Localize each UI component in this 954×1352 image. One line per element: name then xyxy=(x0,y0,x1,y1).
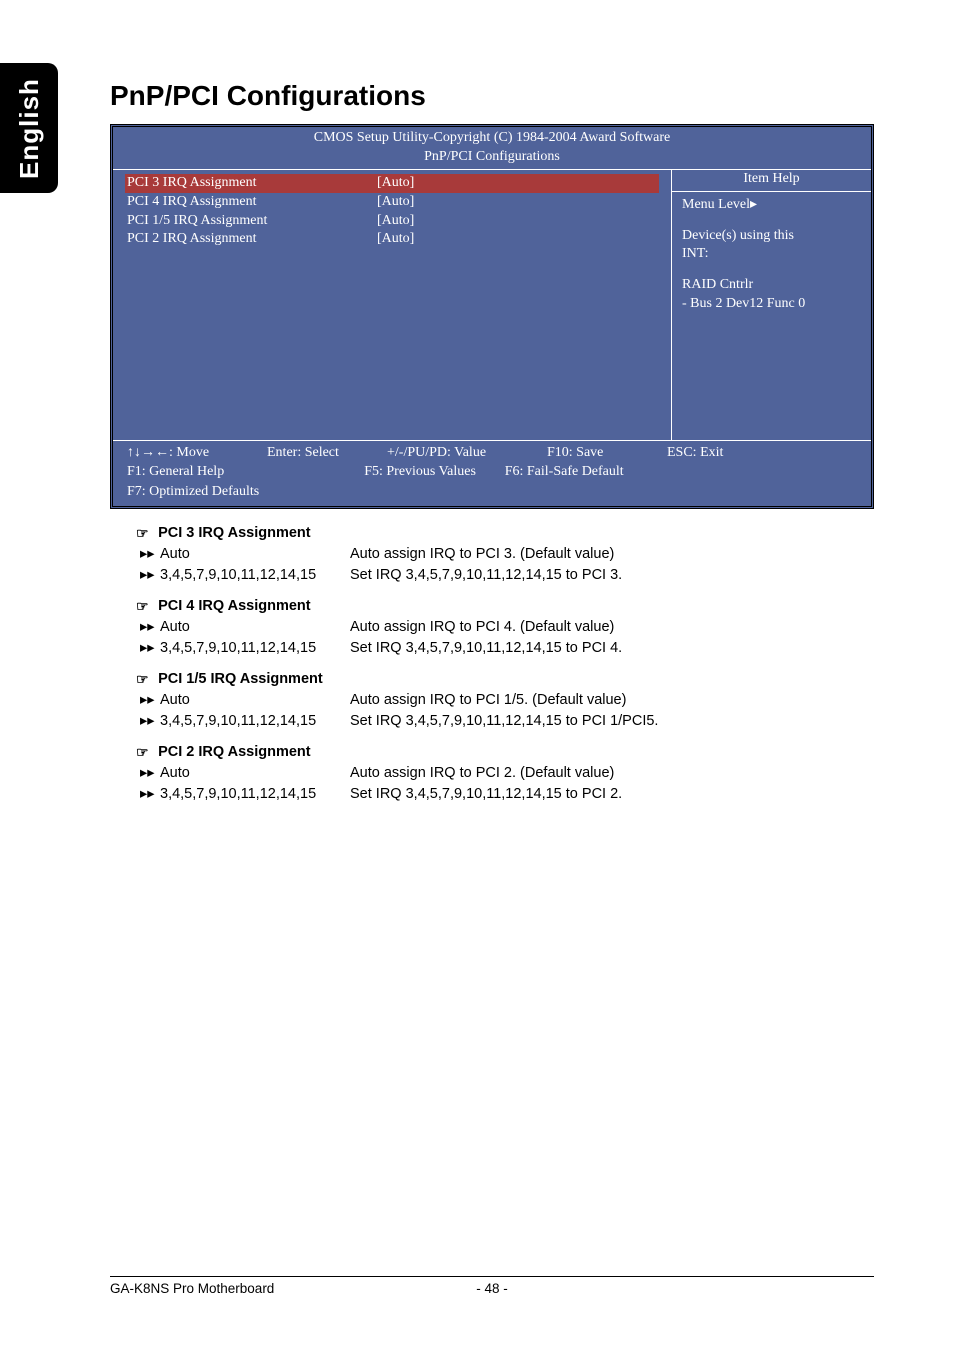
bios-key-f6: F6: Fail-Safe Default xyxy=(484,462,644,482)
bios-footer: ↑↓→←: Move Enter: Select +/-/PU/PD: Valu… xyxy=(113,440,871,506)
bios-row[interactable]: PCI 4 IRQ Assignment [Auto] xyxy=(127,193,657,212)
option-title: ☞ PCI 4 IRQ Assignment xyxy=(110,596,890,617)
bios-key-spacer xyxy=(224,462,364,482)
option-key: 3,4,5,7,9,10,11,12,14,15 xyxy=(160,638,350,659)
option-key: Auto xyxy=(160,617,350,638)
bios-row-label: PCI 3 IRQ Assignment xyxy=(127,174,377,193)
option-section: ☞ PCI 3 IRQ Assignment ▸▸ Auto Auto assi… xyxy=(110,523,890,586)
page-title: PnP/PCI Configurations xyxy=(110,80,890,112)
bios-row-value: [Auto] xyxy=(377,230,414,249)
option-item: ▸▸ Auto Auto assign IRQ to PCI 4. (Defau… xyxy=(110,617,890,638)
option-key: 3,4,5,7,9,10,11,12,14,15 xyxy=(160,784,350,805)
bios-help-panel: Item Help Menu Level▸ Device(s) using th… xyxy=(671,170,871,440)
option-item: ▸▸ 3,4,5,7,9,10,11,12,14,15 Set IRQ 3,4,… xyxy=(110,784,890,805)
bios-row[interactable]: PCI 2 IRQ Assignment [Auto] xyxy=(127,230,657,249)
bios-key-f10: F10: Save xyxy=(547,443,667,463)
arrow-icon: ▸▸ xyxy=(140,638,160,659)
option-title: ☞ PCI 2 IRQ Assignment xyxy=(110,742,890,763)
option-desc: Set IRQ 3,4,5,7,9,10,11,12,14,15 to PCI … xyxy=(350,638,890,659)
bios-header: CMOS Setup Utility-Copyright (C) 1984-20… xyxy=(113,127,871,169)
option-title: ☞ PCI 3 IRQ Assignment xyxy=(110,523,890,544)
bios-key-f7: F7: Optimized Defaults xyxy=(127,482,259,502)
arrow-icon: ▸▸ xyxy=(140,565,160,586)
option-desc: Auto assign IRQ to PCI 2. (Default value… xyxy=(350,763,890,784)
option-desc: Set IRQ 3,4,5,7,9,10,11,12,14,15 to PCI … xyxy=(350,784,890,805)
bios-header-line2: PnP/PCI Configurations xyxy=(113,148,871,167)
option-title-text: PCI 2 IRQ Assignment xyxy=(158,744,311,760)
arrow-icon: ▸▸ xyxy=(140,784,160,805)
option-desc: Set IRQ 3,4,5,7,9,10,11,12,14,15 to PCI … xyxy=(350,565,890,586)
hand-icon: ☞ xyxy=(136,669,154,689)
option-desc: Auto assign IRQ to PCI 4. (Default value… xyxy=(350,617,890,638)
option-item: ▸▸ Auto Auto assign IRQ to PCI 3. (Defau… xyxy=(110,544,890,565)
option-item: ▸▸ 3,4,5,7,9,10,11,12,14,15 Set IRQ 3,4,… xyxy=(110,565,890,586)
arrow-icon: ▸▸ xyxy=(140,690,160,711)
bios-header-line1: CMOS Setup Utility-Copyright (C) 1984-20… xyxy=(113,129,871,148)
arrow-icon: ▸▸ xyxy=(140,617,160,638)
option-title-text: PCI 3 IRQ Assignment xyxy=(158,525,311,541)
bios-key-move: ↑↓→←: Move xyxy=(127,443,267,463)
option-section: ☞ PCI 2 IRQ Assignment ▸▸ Auto Auto assi… xyxy=(110,742,890,805)
option-title: ☞ PCI 1/5 IRQ Assignment xyxy=(110,669,890,690)
bios-row[interactable]: PCI 1/5 IRQ Assignment [Auto] xyxy=(127,212,657,231)
bios-help-title: Item Help xyxy=(672,170,871,192)
bios-row-value: [Auto] xyxy=(377,174,414,193)
bios-row-value: [Auto] xyxy=(377,193,414,212)
bios-key-esc: ESC: Exit xyxy=(667,443,767,463)
arrow-icon: ▸▸ xyxy=(140,544,160,565)
option-section: ☞ PCI 4 IRQ Assignment ▸▸ Auto Auto assi… xyxy=(110,596,890,659)
language-tab-text: English xyxy=(14,78,45,179)
bios-row-label: PCI 4 IRQ Assignment xyxy=(127,193,377,212)
arrow-icon: ▸▸ xyxy=(140,763,160,784)
bios-row-label: PCI 2 IRQ Assignment xyxy=(127,230,377,249)
bios-main: PCI 3 IRQ Assignment [Auto] PCI 4 IRQ As… xyxy=(113,169,871,440)
option-desc: Set IRQ 3,4,5,7,9,10,11,12,14,15 to PCI … xyxy=(350,711,890,732)
options-list: ☞ PCI 3 IRQ Assignment ▸▸ Auto Auto assi… xyxy=(110,523,890,805)
bios-help-text: INT: xyxy=(682,245,861,264)
hand-icon: ☞ xyxy=(136,596,154,616)
option-key: Auto xyxy=(160,690,350,711)
bios-row[interactable]: PCI 3 IRQ Assignment [Auto] xyxy=(125,174,659,193)
option-section: ☞ PCI 1/5 IRQ Assignment ▸▸ Auto Auto as… xyxy=(110,669,890,732)
bios-key-f1: F1: General Help xyxy=(127,462,224,482)
option-desc: Auto assign IRQ to PCI 3. (Default value… xyxy=(350,544,890,565)
option-key: Auto xyxy=(160,544,350,565)
footer-left: GA-K8NS Pro Motherboard xyxy=(110,1281,274,1296)
footer-page-number: - 48 - xyxy=(476,1281,508,1296)
bios-menu-level: Menu Level▸ xyxy=(682,196,861,215)
option-item: ▸▸ 3,4,5,7,9,10,11,12,14,15 Set IRQ 3,4,… xyxy=(110,711,890,732)
bios-settings-panel: PCI 3 IRQ Assignment [Auto] PCI 4 IRQ As… xyxy=(113,170,671,440)
option-item: ▸▸ Auto Auto assign IRQ to PCI 1/5. (Def… xyxy=(110,690,890,711)
option-key: 3,4,5,7,9,10,11,12,14,15 xyxy=(160,711,350,732)
arrow-icon: ▸▸ xyxy=(140,711,160,732)
bios-help-text: RAID Cntrlr xyxy=(682,276,861,295)
option-desc: Auto assign IRQ to PCI 1/5. (Default val… xyxy=(350,690,890,711)
option-title-text: PCI 4 IRQ Assignment xyxy=(158,598,311,614)
bios-key-spacer xyxy=(644,462,764,482)
page-footer: GA-K8NS Pro Motherboard - 48 - xyxy=(110,1276,874,1296)
bios-key-f5: F5: Previous Values xyxy=(364,462,484,482)
hand-icon: ☞ xyxy=(136,742,154,762)
bios-help-text: Device(s) using this xyxy=(682,227,861,246)
language-tab: English xyxy=(0,63,58,193)
hand-icon: ☞ xyxy=(136,523,154,543)
bios-key-pupd: +/-/PU/PD: Value xyxy=(387,443,547,463)
bios-key-enter: Enter: Select xyxy=(267,443,387,463)
option-key: Auto xyxy=(160,763,350,784)
bios-row-label: PCI 1/5 IRQ Assignment xyxy=(127,212,377,231)
option-item: ▸▸ 3,4,5,7,9,10,11,12,14,15 Set IRQ 3,4,… xyxy=(110,638,890,659)
bios-row-value: [Auto] xyxy=(377,212,414,231)
bios-screen: CMOS Setup Utility-Copyright (C) 1984-20… xyxy=(110,124,874,509)
option-key: 3,4,5,7,9,10,11,12,14,15 xyxy=(160,565,350,586)
option-title-text: PCI 1/5 IRQ Assignment xyxy=(158,671,323,687)
bios-help-text: - Bus 2 Dev12 Func 0 xyxy=(682,295,861,314)
option-item: ▸▸ Auto Auto assign IRQ to PCI 2. (Defau… xyxy=(110,763,890,784)
page-content: PnP/PCI Configurations CMOS Setup Utilit… xyxy=(110,80,890,815)
